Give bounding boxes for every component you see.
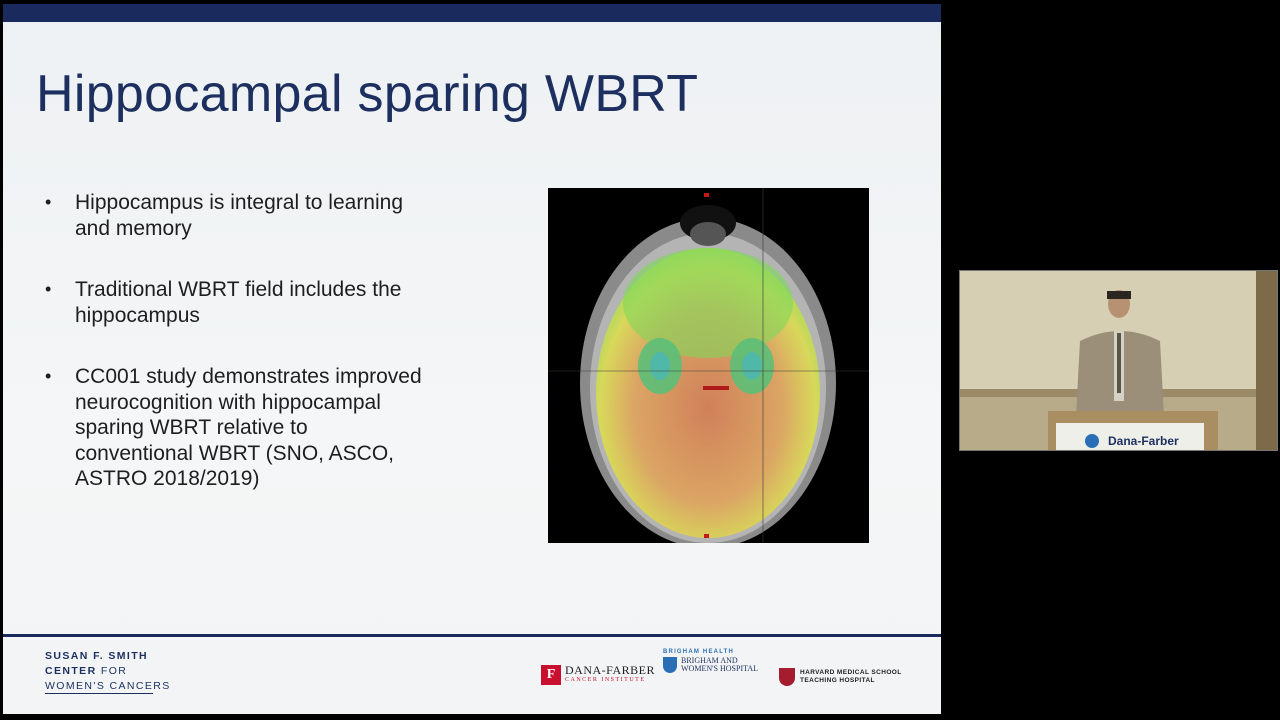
dana-farber-mark-icon: F — [541, 665, 561, 685]
bullet-item: • Hippocampus is integral to learning and… — [45, 191, 404, 240]
bullet-item: • Traditional WBRT field includes the hip… — [45, 278, 402, 327]
dana-farber-logo: F DANA-FARBER CANCER INSTITUTE — [541, 658, 655, 692]
speaker-video-inset — [959, 270, 1278, 451]
lectern-label: Dana-Farber — [1108, 434, 1179, 448]
harvard-shield-icon — [779, 668, 795, 686]
ct-dose-map-image — [548, 188, 869, 548]
harvard-medical-logo: HARVARD MEDICAL SCHOOL TEACHING HOSPITAL — [779, 660, 902, 694]
smith-center-underline — [45, 693, 153, 694]
dana-farber-lectern-icon — [1085, 434, 1099, 448]
brigham-logo: BRIGHAM HEALTH BRIGHAM AND WOMEN'S HOSPI… — [663, 649, 759, 673]
presentation-slide: Hippocampal sparing WBRT • Hippocampus is… — [3, 4, 941, 714]
slide-top-bar — [3, 4, 941, 22]
bullet-item: • CC001 study demonstrates improved neuro… — [45, 365, 422, 490]
footer-divider — [3, 634, 941, 637]
slide-title: Hippocampal sparing WBRT — [36, 65, 699, 123]
brigham-shield-icon — [663, 657, 677, 673]
smith-center-logo: SUSAN F. SMITH CENTER FOR WOMEN'S CANCER… — [45, 650, 171, 692]
bullet-list: • Hippocampus is integral to learning and… — [43, 190, 423, 528]
